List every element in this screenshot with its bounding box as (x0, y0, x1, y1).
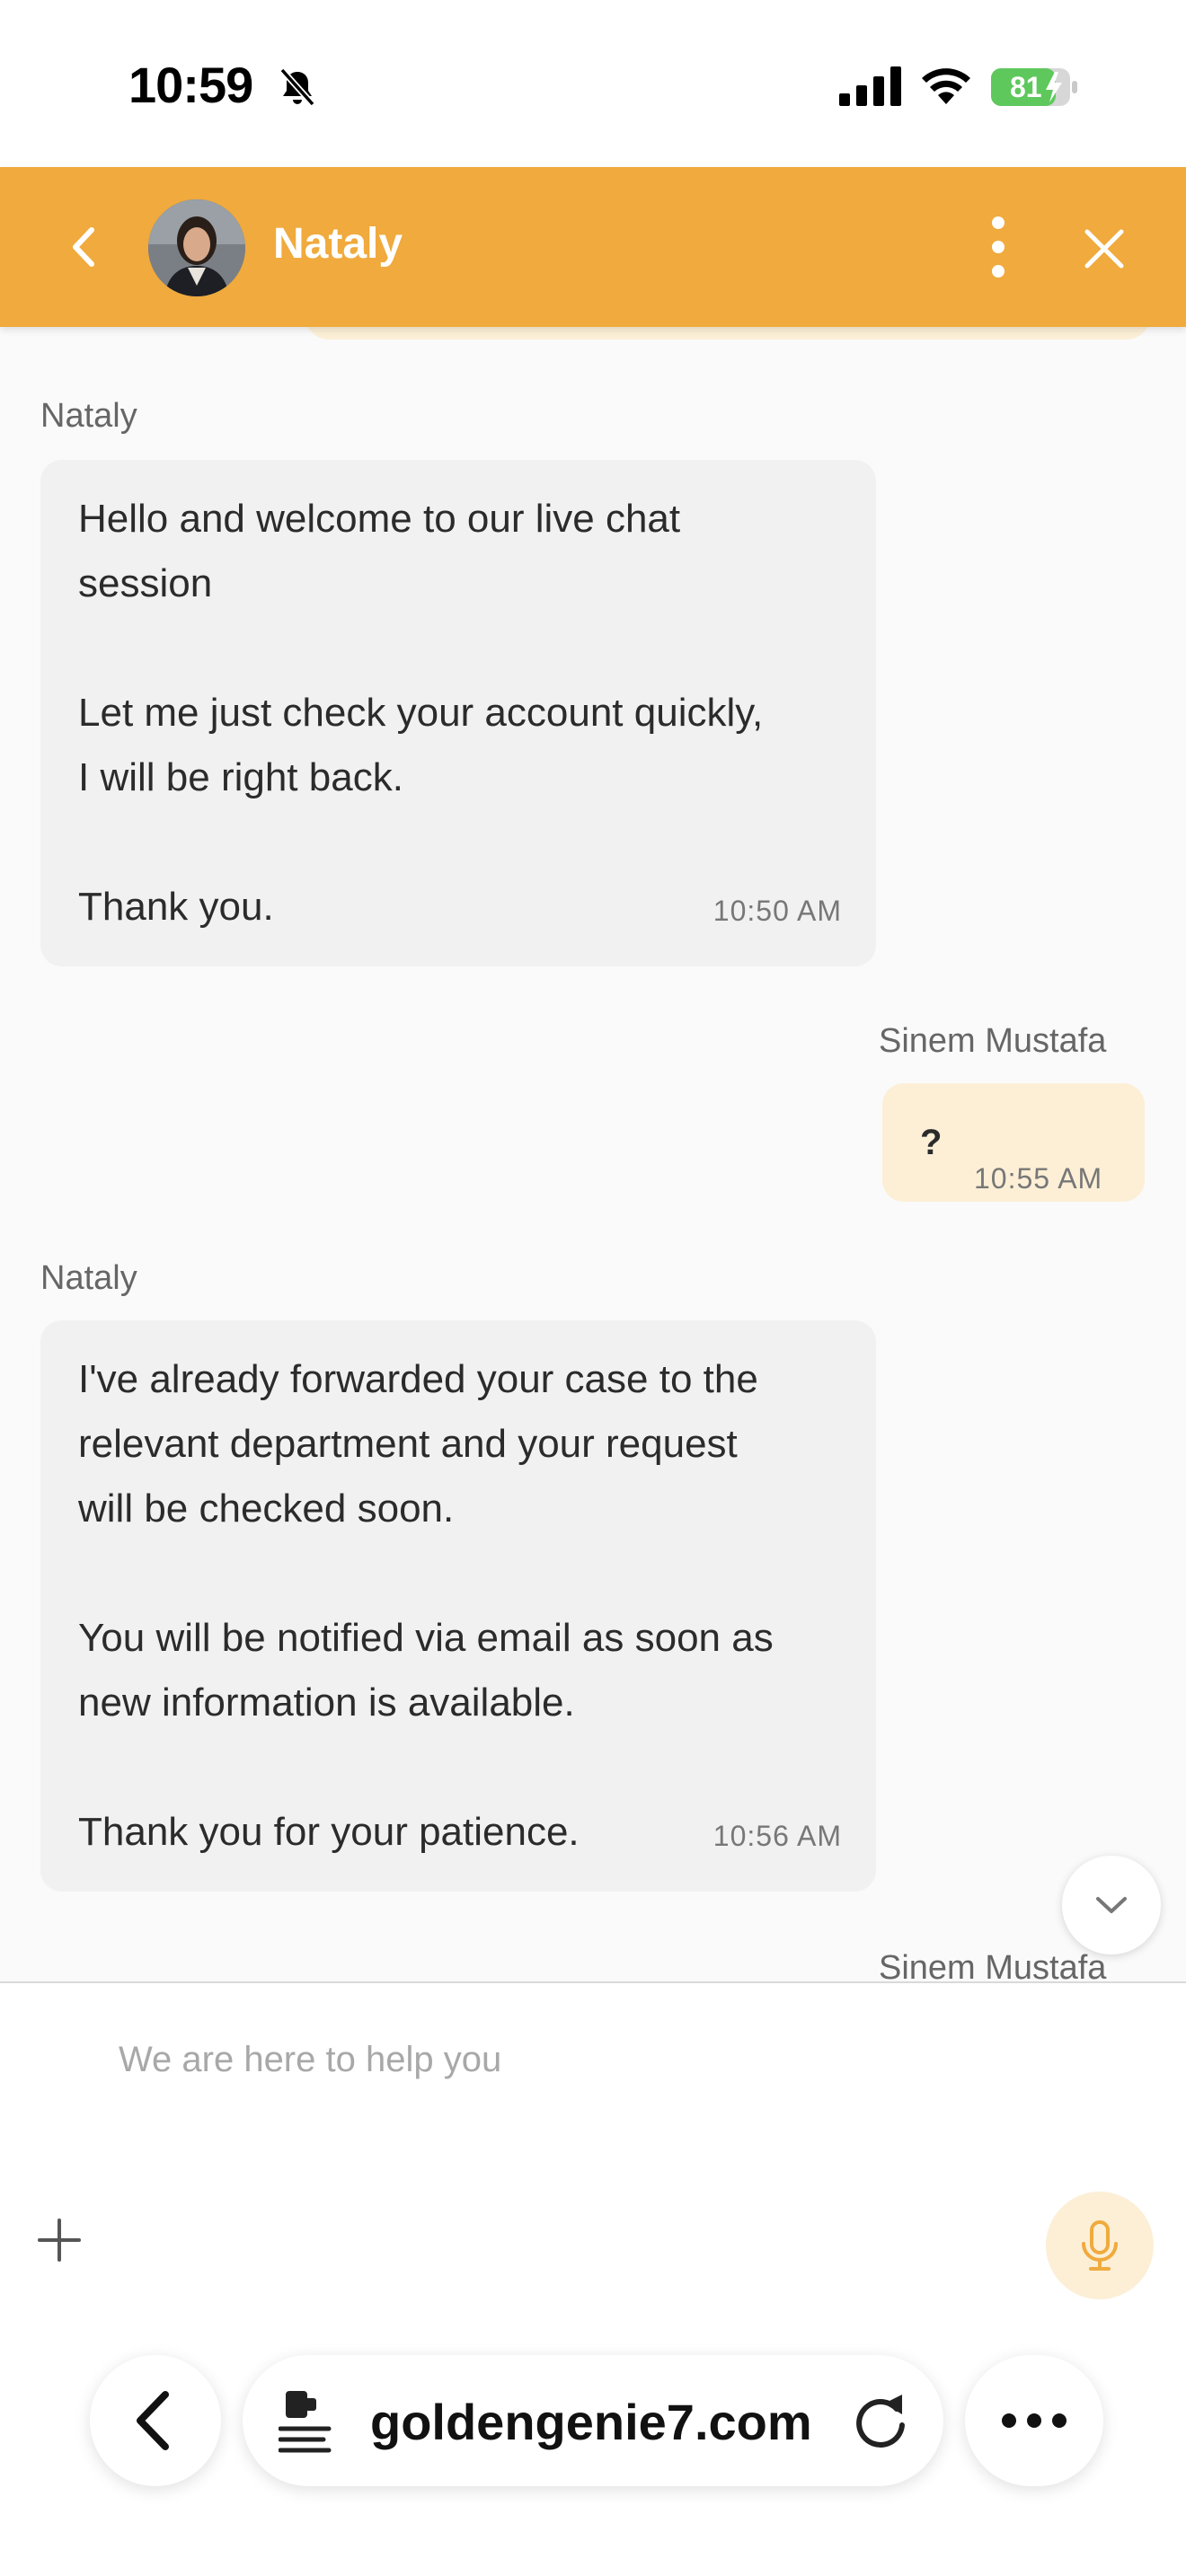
address-bar[interactable]: goldengenie7.com (243, 2355, 943, 2486)
reload-icon[interactable] (852, 2391, 909, 2450)
bell-off-icon (279, 67, 315, 107)
status-bar: 10:59 81 (0, 0, 1186, 167)
voice-input-button[interactable] (1046, 2192, 1154, 2299)
message-line: Hello and welcome to our live chat (78, 497, 681, 541)
message-line (78, 1735, 838, 1800)
ellipsis-icon (1002, 2413, 1067, 2428)
message-line: ? (920, 1123, 943, 1162)
message-sender: Nataly (40, 1259, 137, 1297)
chevron-down-icon (1096, 1897, 1127, 1913)
message-line (78, 616, 838, 681)
agent-avatar (148, 199, 245, 296)
message-line (78, 810, 838, 875)
message-line: will be checked soon. (78, 1486, 455, 1531)
agent-message-bubble: I've already forwarded your case to the … (40, 1320, 876, 1892)
message-line: relevant department and your request (78, 1422, 738, 1466)
message-line: session (78, 561, 213, 605)
user-message-bubble: ? 10:55 AM (882, 1083, 1145, 1202)
browser-toolbar: goldengenie7.com (0, 2332, 1186, 2576)
browser-more-button[interactable] (965, 2355, 1103, 2486)
cellular-signal-icon (839, 66, 901, 106)
scroll-to-bottom-button[interactable] (1062, 1856, 1161, 1954)
battery-icon: 81 (991, 68, 1077, 106)
message-line: I've already forwarded your case to the (78, 1357, 758, 1401)
more-options-icon[interactable] (979, 212, 1017, 282)
url-text: goldengenie7.com (370, 2394, 812, 2450)
message-line: new information is available. (78, 1681, 575, 1725)
message-input[interactable] (119, 2028, 1062, 2091)
message-sender: Sinem Mustafa (879, 1022, 1107, 1060)
message-line: Let me just check your account quickly, (78, 691, 764, 735)
message-line: You will be notified via email as soon a… (78, 1616, 774, 1660)
message-sender: Nataly (40, 397, 137, 435)
attach-plus-icon[interactable] (36, 2217, 83, 2263)
close-icon[interactable] (1082, 226, 1127, 271)
agent-message-bubble: Hello and welcome to our live chat sessi… (40, 460, 876, 966)
message-list[interactable]: Nataly Hello and welcome to our live cha… (0, 327, 1186, 1981)
battery-level: 81 (1010, 71, 1042, 103)
message-timestamp: 10:50 AM (712, 895, 842, 927)
browser-back-button[interactable] (90, 2355, 221, 2486)
message-line (78, 1541, 838, 1606)
back-chevron-icon[interactable] (63, 217, 104, 277)
message-timestamp: 10:55 AM (974, 1162, 1103, 1195)
page-menu-icon[interactable] (279, 2389, 338, 2454)
message-line: I will be right back. (78, 755, 403, 799)
agent-name: Nataly (273, 220, 403, 268)
message-timestamp: 10:56 AM (712, 1820, 842, 1852)
wifi-icon (922, 68, 970, 104)
chat-header: Nataly (0, 167, 1186, 327)
status-time: 10:59 (128, 57, 253, 113)
back-arrow-icon (137, 2391, 169, 2450)
microphone-icon (1082, 2220, 1118, 2271)
